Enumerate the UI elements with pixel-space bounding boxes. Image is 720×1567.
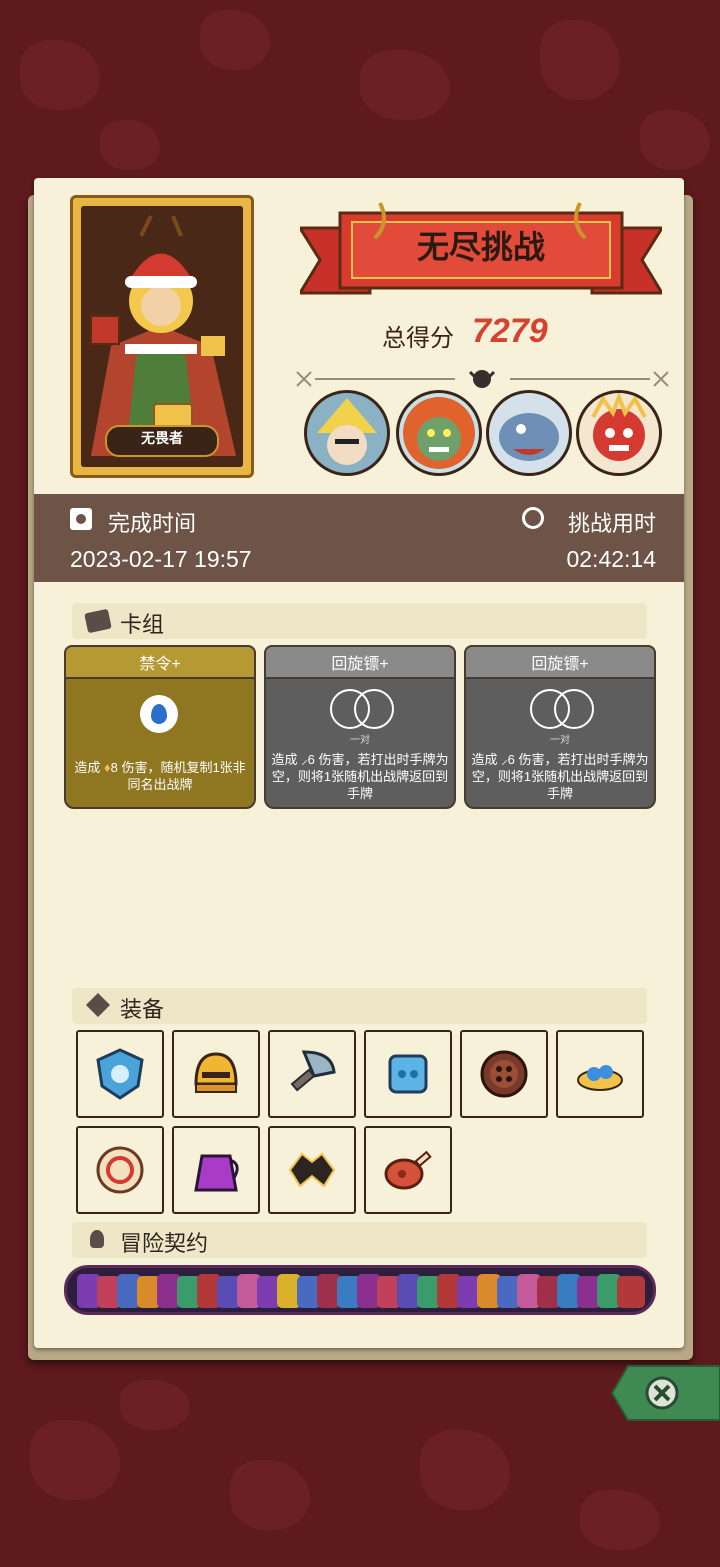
pair-icon (530, 689, 594, 729)
equipment-section-header: 装备 (72, 988, 647, 1024)
card-name: 回旋镖+ (331, 656, 389, 673)
info-bar: 完成时间 2023-02-17 19:57 挑战用时 02:42:14 (34, 494, 684, 582)
deck-title: 卡组 (120, 612, 165, 637)
contract-title: 冒险契约 (120, 1231, 209, 1256)
hero-portrait: 无畏者 (70, 195, 254, 478)
card-sub: 一对 (550, 735, 570, 746)
potion-jug-icon[interactable] (172, 1126, 260, 1214)
card-name: 回旋镖+ (531, 656, 589, 673)
hero-name: 无畏者 (105, 425, 219, 457)
card-description: 造成 ⸝6 伤害，若打出时手牌为空，则将1张随机出战牌返回到手牌 (471, 752, 649, 801)
dice-icon[interactable] (364, 1030, 452, 1118)
boss-portrait-4 (576, 390, 662, 476)
helmet-icon[interactable] (172, 1030, 260, 1118)
cards-icon (84, 608, 112, 634)
bat-wing-icon[interactable] (268, 1126, 356, 1214)
pair-icon (330, 689, 394, 729)
ring-icon[interactable] (76, 1126, 164, 1214)
card-description: 造成 ♦8 伤害，随机复制1张非同名出战牌 (74, 760, 246, 792)
box-icon (85, 992, 111, 1018)
deck-section-header: 卡组 (72, 603, 647, 639)
score-label: 总得分 (382, 325, 454, 352)
cleaver-icon[interactable] (268, 1030, 356, 1118)
close-button[interactable] (610, 1362, 720, 1424)
stopwatch-icon (522, 507, 544, 529)
boss-portrait-1 (304, 390, 390, 476)
boss-portrait-3 (486, 390, 572, 476)
gems-icon[interactable] (556, 1030, 644, 1118)
card-description: 造成 ⸝6 伤害，若打出时手牌为空，则将1张随机出战牌返回到手牌 (271, 752, 449, 801)
complete-time-value: 2023-02-17 19:57 (70, 546, 252, 572)
contract-section-header: 冒险契约 (72, 1222, 647, 1258)
contract-icons-row (77, 1274, 645, 1308)
button-icon[interactable] (460, 1030, 548, 1118)
contract-icon (90, 1230, 104, 1248)
complete-time-label: 完成时间 (108, 511, 197, 536)
equipment-title: 装备 (120, 997, 165, 1022)
score-value: 7279 (472, 312, 548, 350)
card-2[interactable]: 回旋镖+ 一对 造成 ⸝6 伤害，若打出时手牌为空，则将1张随机出战牌返回到手牌 (264, 645, 456, 809)
card-name: 禁令+ (139, 656, 181, 673)
card-sub: 一对 (350, 735, 370, 746)
shield-icon[interactable] (76, 1030, 164, 1118)
boss-portrait-2 (396, 390, 482, 476)
film-icon (70, 508, 92, 530)
water-drop-icon (140, 695, 178, 733)
challenge-time-label: 挑战用时 (567, 511, 656, 536)
title-text: 无尽挑战 (416, 229, 545, 265)
skull-divider (296, 370, 669, 388)
contract-strip[interactable] (64, 1265, 656, 1315)
card-3[interactable]: 回旋镖+ 一对 造成 ⸝6 伤害，若打出时手牌为空，则将1张随机出战牌返回到手牌 (464, 645, 656, 809)
card-1[interactable]: 禁令+ 造成 ♦8 伤害，随机复制1张非同名出战牌 (64, 645, 256, 809)
title-banner: 无尽挑战 (297, 198, 665, 308)
meat-icon[interactable] (364, 1126, 452, 1214)
challenge-time-value: 02:42:14 (566, 546, 656, 572)
